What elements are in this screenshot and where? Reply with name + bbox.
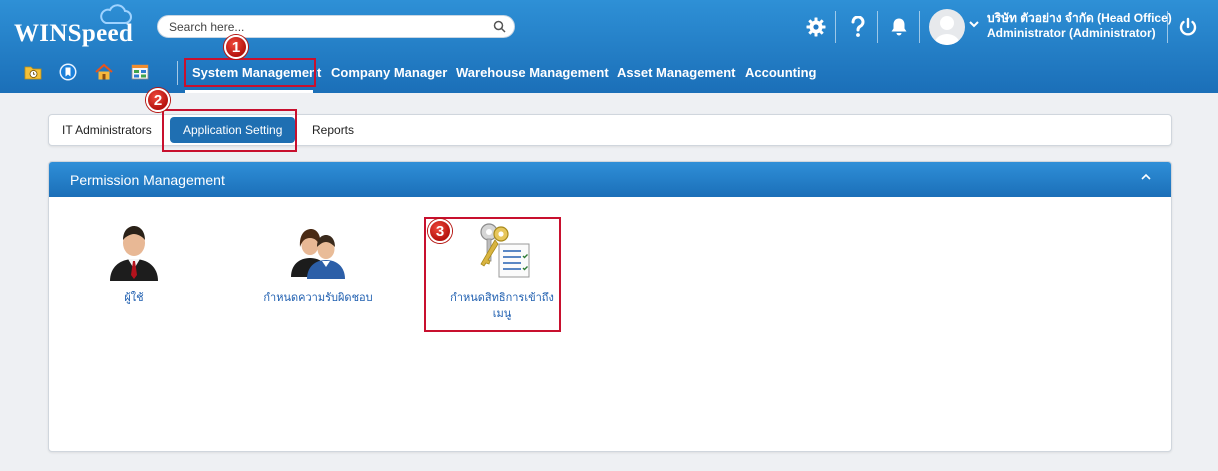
avatar[interactable]: [929, 9, 965, 45]
bell-icon[interactable]: [887, 14, 911, 40]
bookmark-icon[interactable]: [59, 63, 77, 81]
company-name: บริษัท ตัวอย่าง จำกัด (Head Office): [987, 11, 1172, 25]
search-input[interactable]: [169, 16, 489, 37]
highlight-step-1: [184, 58, 316, 87]
step-badge-3: 3: [428, 219, 452, 243]
top-header: WINSpeed Search here... บริษัท ตัวอย่าง …: [0, 0, 1218, 93]
user-company-info[interactable]: บริษัท ตัวอย่าง จำกัด (Head Office) Admi…: [987, 11, 1172, 41]
nav-warehouse-management[interactable]: Warehouse Management: [456, 65, 609, 80]
folder-clock-icon[interactable]: [24, 63, 42, 81]
dashboard-icon[interactable]: [131, 63, 149, 81]
header-divider: [877, 11, 878, 43]
help-icon[interactable]: [846, 14, 870, 40]
tab-reports[interactable]: Reports: [312, 115, 354, 145]
tile-user[interactable]: [99, 217, 169, 287]
tile-responsibility-label[interactable]: กำหนดความรับผิดชอบ: [248, 290, 388, 306]
nav-company-manager[interactable]: Company Manager: [331, 65, 447, 80]
step-badge-1: 1: [224, 35, 248, 59]
header-divider: [1167, 11, 1168, 43]
tile-user-label[interactable]: ผู้ใช้: [104, 290, 164, 306]
highlight-step-2: [162, 109, 297, 152]
tab-it-administrators[interactable]: IT Administrators: [62, 115, 152, 145]
power-icon[interactable]: [1176, 14, 1200, 40]
permission-management-panel: Permission Management ผู้ใช้ กำหนดความรั…: [48, 161, 1172, 452]
users-group-icon: [291, 229, 345, 279]
tile-responsibility[interactable]: [283, 217, 353, 287]
search-icon[interactable]: [493, 20, 506, 33]
panel-title: Permission Management: [70, 172, 225, 188]
header-divider: [835, 11, 836, 43]
chevron-down-icon[interactable]: [969, 20, 979, 28]
nav-accounting[interactable]: Accounting: [745, 65, 817, 80]
step-badge-2: 2: [146, 88, 170, 112]
header-divider: [919, 11, 920, 43]
user-icon: [110, 226, 158, 281]
user-name: Administrator (Administrator): [987, 26, 1156, 40]
chevron-up-icon[interactable]: [1141, 173, 1151, 181]
gear-icon[interactable]: [804, 14, 828, 40]
home-icon[interactable]: [95, 63, 113, 81]
nav-active-indicator: [185, 90, 313, 93]
search-box[interactable]: [157, 15, 515, 38]
panel-header[interactable]: Permission Management: [49, 162, 1171, 197]
nav-asset-management[interactable]: Asset Management: [617, 65, 735, 80]
cloud-icon: [100, 4, 132, 24]
nav-divider: [177, 61, 178, 85]
